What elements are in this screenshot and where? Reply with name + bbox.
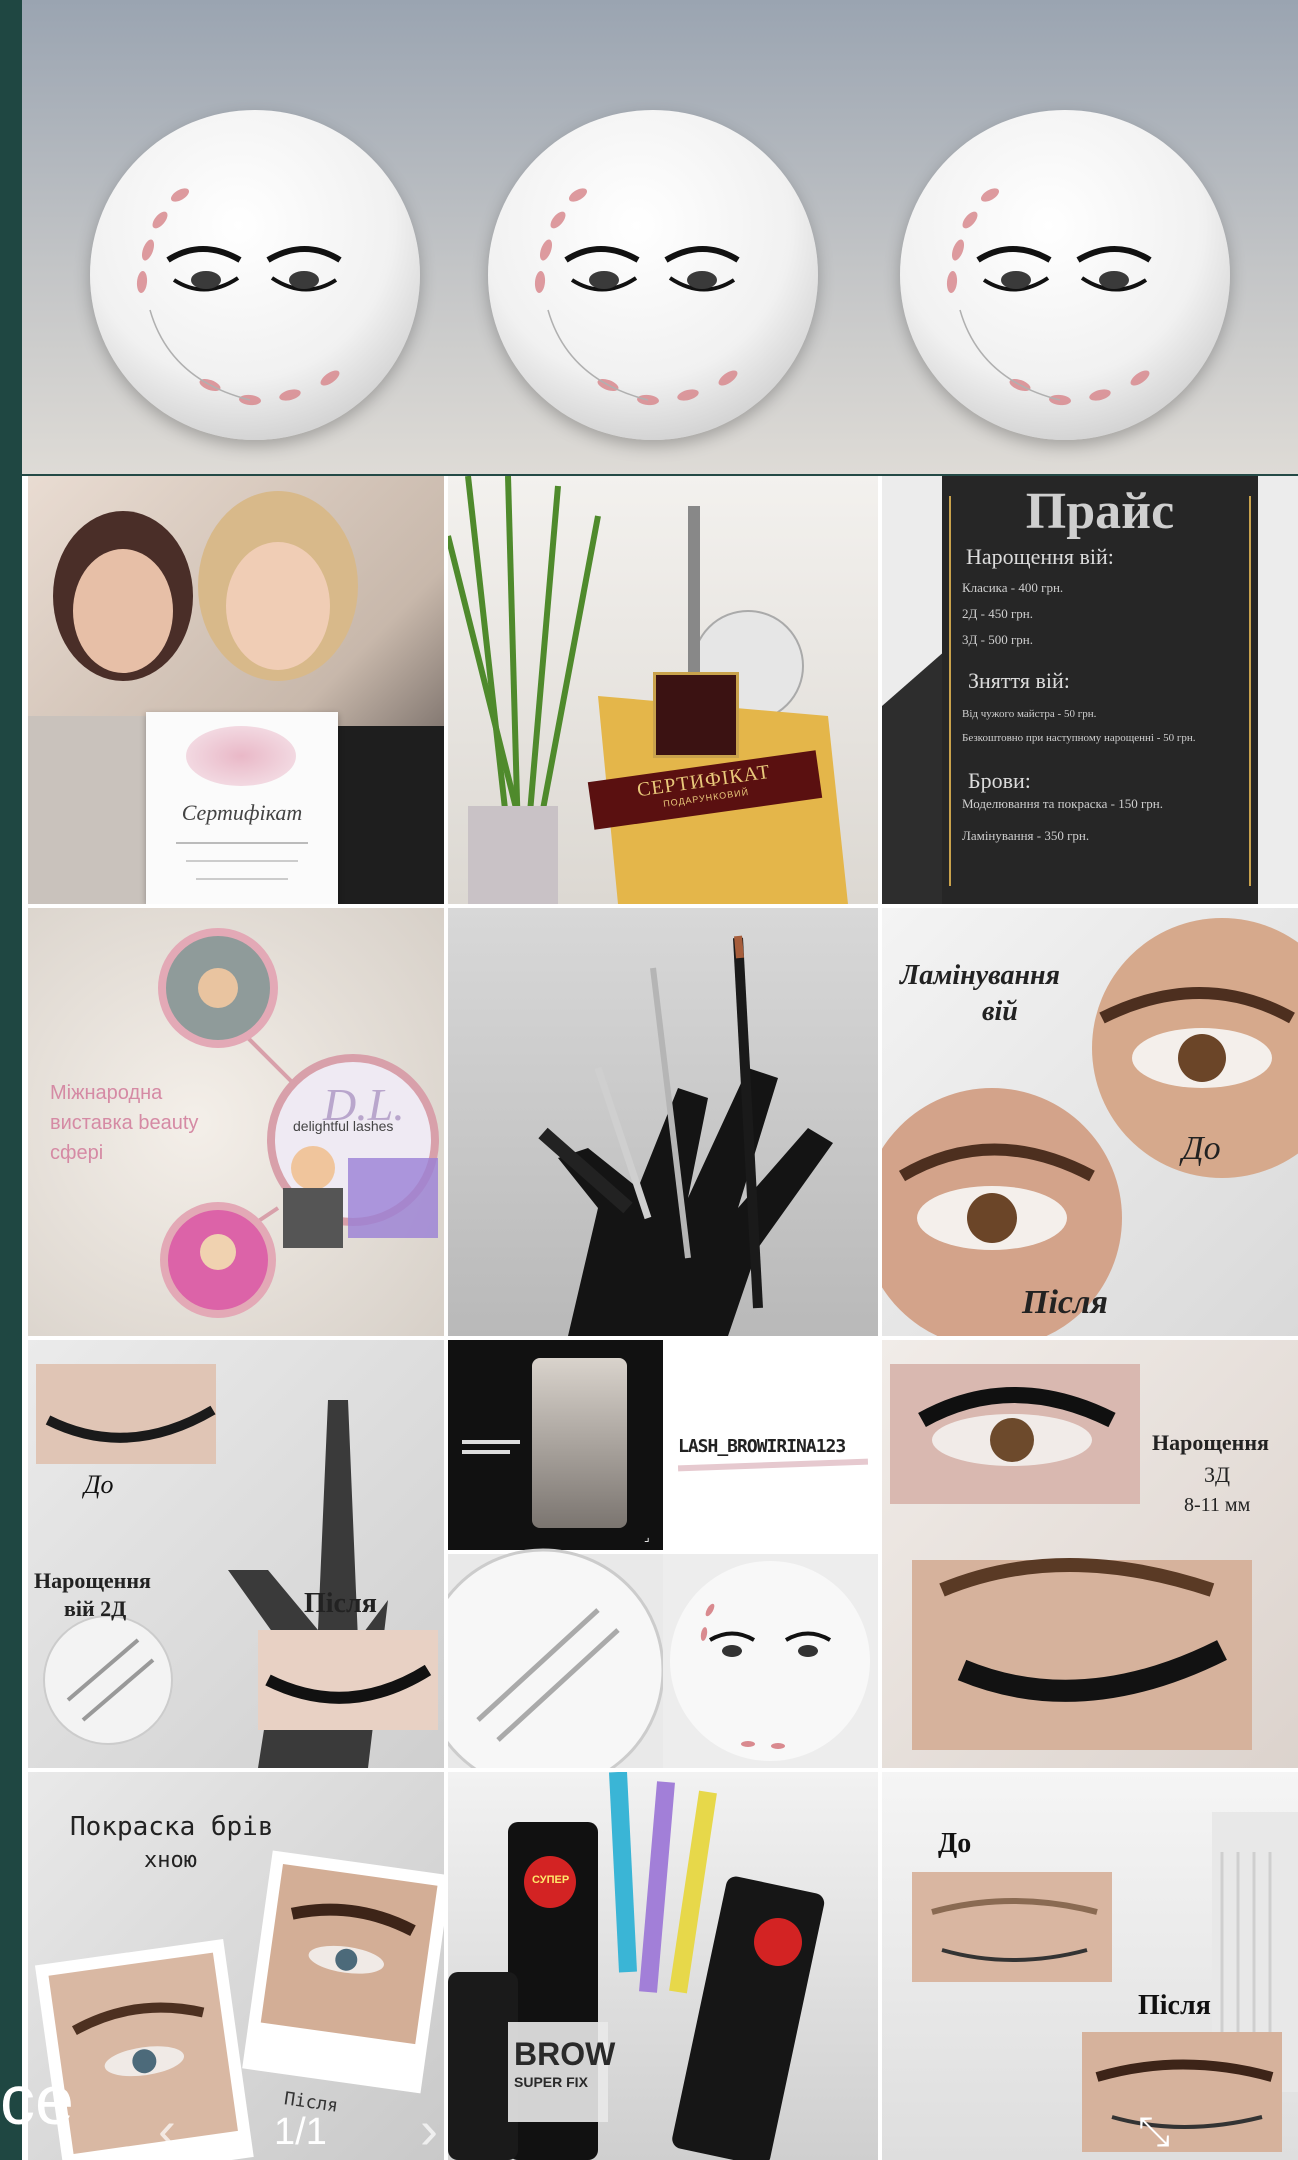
price-line-2d: 2Д - 450 грн.	[962, 606, 1033, 621]
brand-name: delightful lashes	[293, 1118, 394, 1134]
certificate-card: Сертифікат	[146, 712, 338, 904]
lamination-before-label: До	[1182, 1130, 1221, 1167]
brow-before-label: До	[938, 1828, 972, 1859]
collapse-icon[interactable]: ⤡	[1138, 2110, 1170, 2155]
partial-caption-text: ce	[0, 2061, 74, 2139]
lash-logo-icon	[946, 188, 1152, 406]
price-line-removal-other: Від чужого майстра - 50 грн.	[962, 708, 1097, 720]
extension2d-before-label: До	[84, 1470, 114, 1499]
exhibition-line-2: виставка beauty	[50, 1112, 199, 1134]
story-highlight-2[interactable]	[488, 110, 818, 440]
post-lash-lamination[interactable]: Ламінування вій До Після	[882, 908, 1298, 1336]
lamination-title-1: Ламінування	[900, 960, 1060, 991]
post-beauty-exhibition[interactable]: D.L. delightful lashes Міжнародна вистав…	[28, 908, 444, 1336]
price-line-lamination: Ламінування - 350 грн.	[962, 828, 1090, 843]
previous-arrow-icon[interactable]: ‹	[158, 2100, 176, 2160]
story-highlight-3[interactable]	[900, 110, 1230, 440]
extension3d-line-3: 8-11 мм	[1184, 1494, 1251, 1516]
tools-and-logo-shape	[448, 1548, 878, 1768]
page-counter: 1/1	[274, 2111, 327, 2153]
post-3d-extensions[interactable]: Нарощення 3Д 8-11 мм	[882, 1340, 1298, 1768]
price-section-removal: Зняття вій:	[968, 668, 1070, 693]
henna-title-2: хною	[144, 1848, 197, 1873]
extension2d-title-2: вій 2Д	[64, 1596, 127, 1621]
price-section-extensions: Нарощення вій:	[966, 544, 1114, 569]
posts-grid: Сертифікат СЕРТИФІКАТ ПОДАРУНКОВИЙ Прайс…	[22, 476, 1298, 2160]
lamination-title-2: вій	[982, 996, 1018, 1027]
brow-products-shape	[448, 1772, 825, 2160]
post-brow-products[interactable]: СУПЕР BROW SUPER FIX	[448, 1772, 878, 2160]
price-line-3d: 3Д - 500 грн.	[962, 632, 1033, 647]
price-line-removal-free: Безкоштовно при наступному нарощенні - 5…	[962, 732, 1196, 744]
product-subtitle: SUPER FIX	[514, 2074, 588, 2090]
lamination-after-label: Після	[1022, 1284, 1108, 1321]
product-brand: BROW	[514, 2036, 616, 2072]
floral-emblem-icon	[186, 726, 296, 786]
extension3d-line-1: Нарощення	[1152, 1430, 1269, 1455]
product-badge: СУПЕР	[532, 1874, 570, 1886]
post-henna-brows[interactable]: Покраска брів хною Після	[28, 1772, 444, 2160]
extension3d-line-2: 3Д	[1204, 1462, 1231, 1487]
henna-title-1: Покраска брів	[70, 1812, 274, 1842]
glove-with-tools-shape	[538, 935, 833, 1336]
post-price-list[interactable]: Прайс Нарощення вій: Класика - 400 грн. …	[882, 476, 1298, 904]
lash-logo-icon	[534, 188, 740, 406]
extension2d-title-1: Нарощення	[34, 1568, 151, 1593]
post-gift-certificate[interactable]: СЕРТИФІКАТ ПОДАРУНКОВИЙ	[448, 476, 878, 904]
extension-collage-shape	[36, 1364, 438, 1768]
certificate-card-title: Сертифікат	[181, 800, 303, 825]
post-2d-extensions[interactable]: До Нарощення вій 2Д Після	[28, 1340, 444, 1768]
exhibition-line-3: сфері	[50, 1142, 104, 1164]
price-line-classic: Класика - 400 грн.	[962, 580, 1064, 595]
story-highlight-1[interactable]	[90, 110, 420, 440]
price-line-brow-modeling: Моделювання та покраска - 150 грн.	[962, 796, 1164, 811]
lash-logo-icon	[136, 188, 342, 406]
brow-after-label: Після	[1138, 1990, 1211, 2021]
next-arrow-icon[interactable]: ›	[420, 2100, 438, 2160]
story-highlights-row	[22, 0, 1298, 474]
price-section-brows: Брови:	[968, 768, 1031, 793]
monogram-logo-icon	[653, 672, 739, 758]
post-brow-before-after[interactable]: До Після ⤡	[882, 1772, 1298, 2160]
post-certificate-photo[interactable]: Сертифікат	[28, 476, 444, 904]
exhibition-line-1: Міжнародна	[50, 1082, 163, 1104]
lash-closeups-shape	[890, 1364, 1252, 1750]
left-edge-strip	[0, 0, 22, 2160]
post-profile-collage[interactable]: ⌟ LASH_BROWIRINA123	[448, 1340, 878, 1768]
price-title: Прайс	[1025, 483, 1175, 540]
extension2d-after-label: Після	[304, 1588, 377, 1619]
post-tools-glove[interactable]	[448, 908, 878, 1336]
